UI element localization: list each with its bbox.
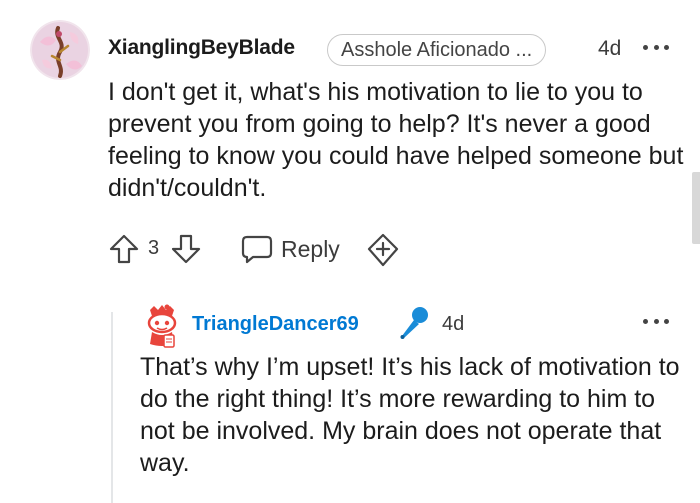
reply-body: That’s why I’m upset! It’s his lack of m… [140,353,680,477]
comment-age: 4d [598,37,622,60]
chat-bubble-icon [241,235,273,264]
reply-age: 4d [442,313,465,335]
vote-count: 3 [148,237,160,259]
reply-avatar[interactable] [140,304,184,348]
award-plus-icon [367,233,399,267]
achievement-badge [397,305,431,341]
upvote-button[interactable] [108,233,140,265]
snoo-avatar-icon [147,304,177,348]
comment-author[interactable]: XianglingBeyBlade [108,36,295,60]
microphone-icon [400,307,428,339]
award-button[interactable] [366,233,400,267]
reply-button[interactable]: Reply [241,231,340,267]
scrollbar-thumb[interactable] [692,172,700,244]
downvote-arrow-icon [171,234,201,264]
reply-author[interactable]: TriangleDancer69 [192,313,359,336]
comment-body: I don't get it, what's his motivation to… [108,78,684,202]
downvote-button[interactable] [170,233,202,265]
avatar-icon [30,20,90,80]
more-options-icon[interactable] [643,43,669,51]
user-flair: Asshole Aficionado ... [327,34,547,66]
reply-label: Reply [281,235,340,262]
thread-line [111,312,113,503]
more-options-icon[interactable] [643,317,669,325]
upvote-arrow-icon [109,234,139,264]
avatar[interactable] [30,20,90,80]
